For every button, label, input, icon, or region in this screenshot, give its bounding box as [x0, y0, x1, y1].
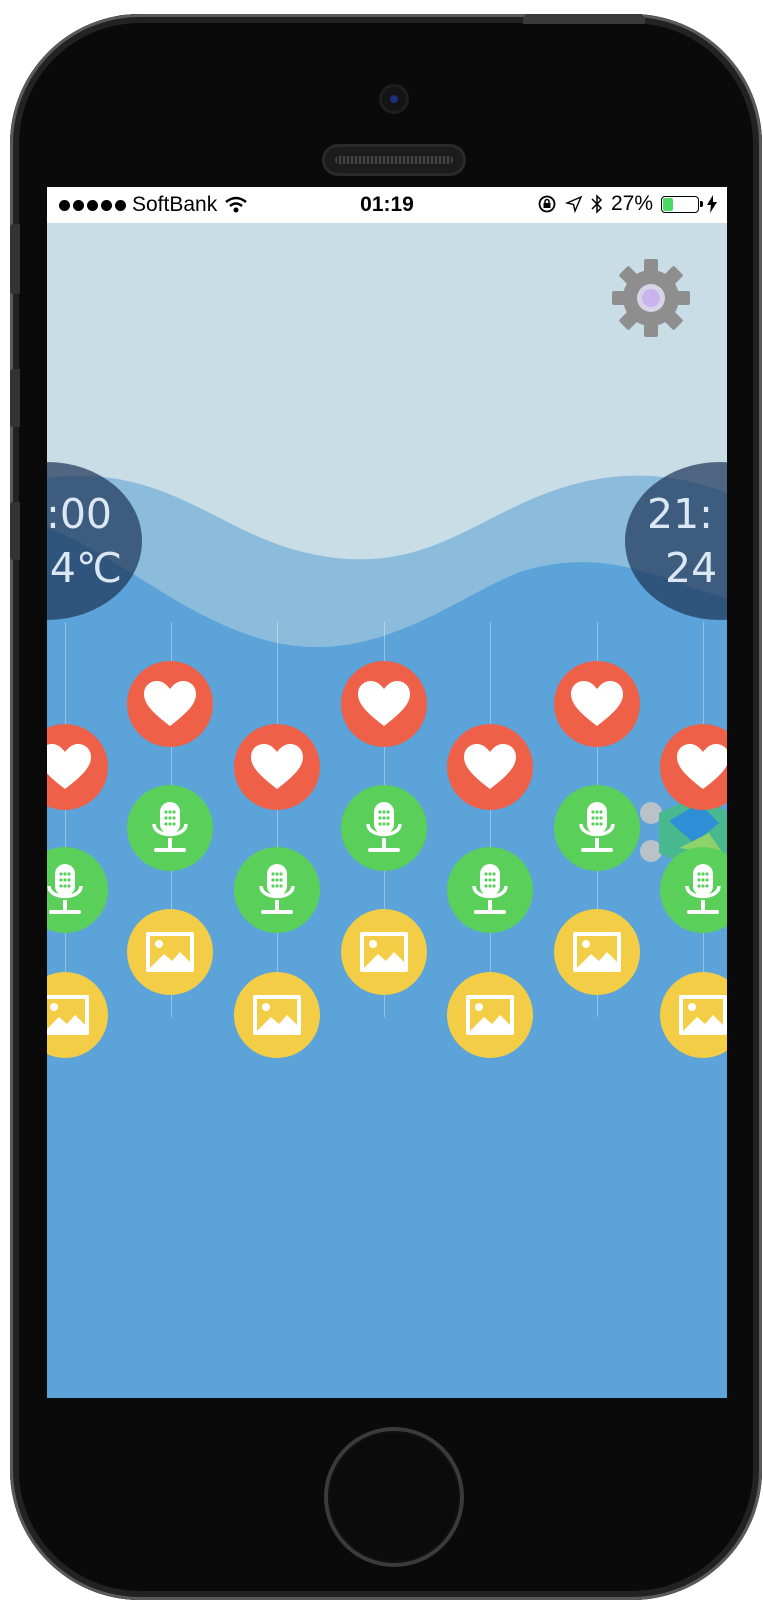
front-camera [382, 87, 406, 111]
heart-button[interactable] [234, 724, 320, 810]
image-icon [360, 932, 408, 972]
battery-level [663, 197, 673, 211]
volume-up-button [10, 369, 20, 427]
microphone-button[interactable] [127, 785, 213, 871]
bubble-time: 21: [647, 490, 713, 538]
microphone-button[interactable] [447, 847, 533, 933]
microphone-icon [579, 802, 615, 852]
heart-icon [677, 744, 727, 789]
heart-icon [47, 744, 91, 789]
microphone-icon [259, 864, 295, 914]
image-button[interactable] [234, 972, 320, 1058]
bubble-temperature: 24℃ [47, 544, 122, 592]
status-bar: SoftBank 01:19 27% [47, 187, 727, 223]
microphone-icon [152, 802, 188, 852]
image-icon [573, 932, 621, 972]
heart-button[interactable] [447, 724, 533, 810]
heart-icon [144, 681, 196, 726]
microphone-icon [472, 864, 508, 914]
image-icon [253, 995, 301, 1035]
battery-icon [661, 195, 703, 213]
mute-switch [10, 224, 20, 294]
volume-down-button [10, 502, 20, 560]
heart-icon [571, 681, 623, 726]
microphone-button[interactable] [234, 847, 320, 933]
app-screen: SoftBank 01:19 27%:00 4℃ 21: 24 [47, 187, 727, 1398]
microphone-icon [366, 802, 402, 852]
battery-percent: 27% [610, 192, 653, 215]
image-icon [146, 932, 194, 972]
charging-bolt-icon [707, 195, 717, 213]
gear-icon[interactable] [610, 257, 692, 339]
heart-button[interactable] [554, 661, 640, 747]
bubble-time: 20:00 [47, 490, 112, 538]
heart-button[interactable] [341, 661, 427, 747]
microphone-button[interactable] [554, 785, 640, 871]
image-button[interactable] [341, 909, 427, 995]
microphone-icon [685, 864, 721, 914]
status-right: 27% [537, 192, 717, 216]
image-button[interactable] [447, 972, 533, 1058]
heart-icon [358, 681, 410, 726]
image-button[interactable] [127, 909, 213, 995]
microphone-button[interactable] [341, 785, 427, 871]
rotation-lock-icon [538, 195, 556, 213]
heart-icon [464, 744, 516, 789]
bluetooth-icon [591, 194, 603, 214]
heart-icon [251, 744, 303, 789]
power-button [523, 14, 645, 24]
image-icon [47, 995, 89, 1035]
earpiece-speaker [325, 147, 463, 173]
location-arrow-icon [564, 195, 583, 213]
image-icon [679, 995, 727, 1035]
microphone-icon [47, 864, 83, 914]
home-button[interactable] [328, 1431, 460, 1563]
heart-button[interactable] [127, 661, 213, 747]
bubble-temperature: 24 [665, 544, 718, 592]
image-button[interactable] [554, 909, 640, 995]
image-icon [466, 995, 514, 1035]
